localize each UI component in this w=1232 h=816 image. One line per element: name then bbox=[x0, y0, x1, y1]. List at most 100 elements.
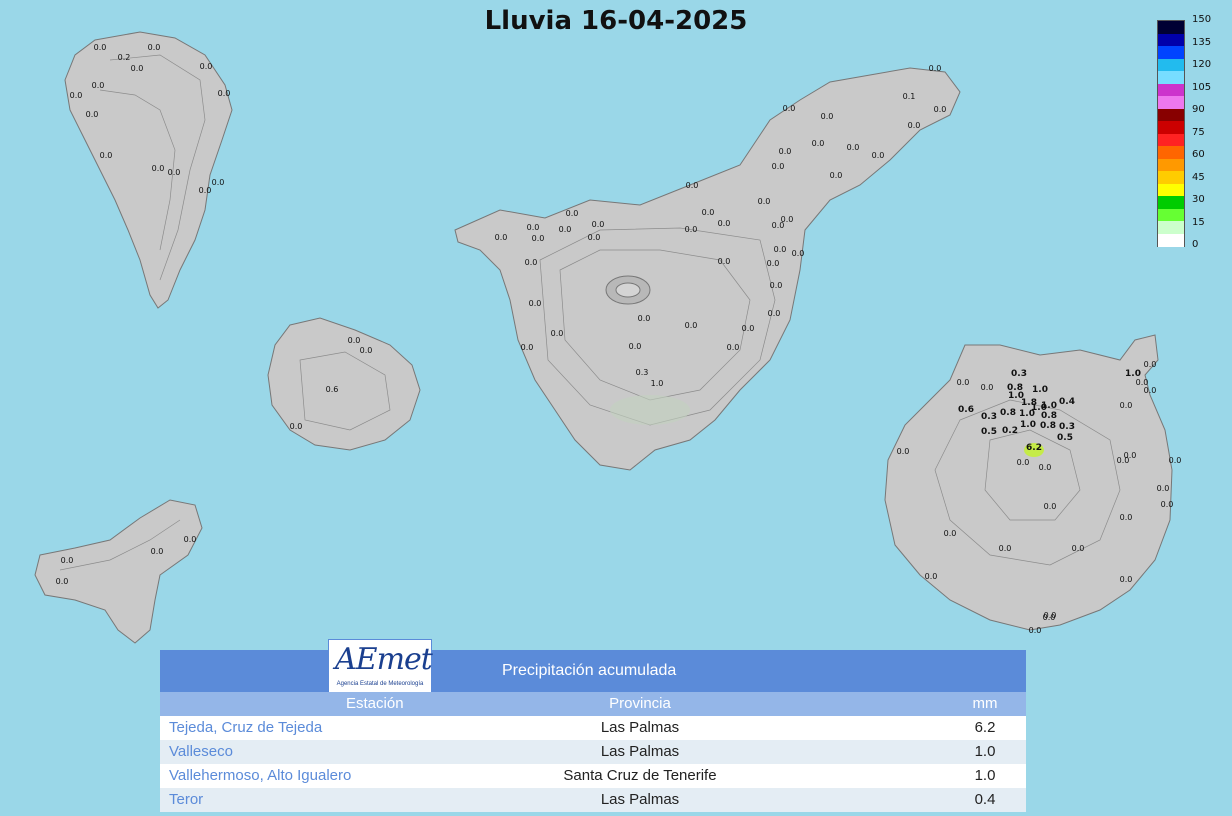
station-value-label: 0.0 bbox=[1161, 500, 1174, 509]
station-value-label: 0.0 bbox=[61, 556, 74, 565]
legend-color-bin bbox=[1158, 183, 1184, 197]
station-link[interactable]: Vallehermoso, Alto Igualero bbox=[169, 767, 351, 784]
station-value-label: 0.0 bbox=[685, 225, 698, 234]
station-value-label: 1.0 bbox=[651, 379, 664, 388]
station-value-label: 0.0 bbox=[768, 309, 781, 318]
station-value-label: 0.0 bbox=[348, 336, 361, 345]
station-value-label: 0.0 bbox=[1120, 513, 1133, 522]
legend-color-bin bbox=[1158, 58, 1184, 72]
column-station: Estación bbox=[346, 695, 404, 712]
station-value-label: 1.8 bbox=[1021, 398, 1037, 408]
legend-tick-label: 150 bbox=[1192, 14, 1212, 25]
station-value-label: 0.0 bbox=[934, 105, 947, 114]
legend-tick-label: 45 bbox=[1192, 171, 1205, 183]
station-value-label: 0.0 bbox=[551, 329, 564, 338]
station-value-label: 0.3 bbox=[636, 368, 649, 377]
station-value-label: 1.0 bbox=[1019, 409, 1035, 419]
province-cell: Las Palmas bbox=[600, 719, 680, 736]
column-mm: mm bbox=[972, 695, 998, 712]
station-value-label: 0.8 bbox=[1040, 421, 1056, 431]
station-value-label: 0.0 bbox=[290, 422, 303, 431]
station-value-label: 0.5 bbox=[981, 427, 997, 437]
station-value-label: 0.0 bbox=[525, 258, 538, 267]
station-link[interactable]: Tejeda, Cruz de Tejeda bbox=[169, 719, 322, 736]
station-value-label: 0.0 bbox=[821, 112, 834, 121]
station-value-label: 0.3 bbox=[1011, 369, 1027, 379]
station-value-label: 0.0 bbox=[566, 209, 579, 218]
station-value-label: 0.0 bbox=[70, 91, 83, 100]
station-value-label: 0.0 bbox=[702, 208, 715, 217]
station-value-label: 1.0 bbox=[1041, 401, 1057, 411]
station-value-label: 0.0 bbox=[847, 143, 860, 152]
station-value-label: 0.0 bbox=[812, 139, 825, 148]
station-value-label: 0.0 bbox=[908, 121, 921, 130]
station-value-label: 0.0 bbox=[56, 577, 69, 586]
station-value-label: 0.0 bbox=[532, 234, 545, 243]
station-value-label: 0.0 bbox=[957, 378, 970, 387]
station-value-label: 0.0 bbox=[929, 64, 942, 73]
station-value-label: 0.8 bbox=[1041, 411, 1057, 421]
mm-cell: 6.2 bbox=[974, 719, 996, 736]
aemet-logo-text: AEmet bbox=[335, 642, 433, 677]
precipitation-legend bbox=[1157, 20, 1185, 247]
legend-color-bin bbox=[1158, 158, 1184, 172]
station-value-label: 0.0 bbox=[1072, 544, 1085, 553]
province-cell: Las Palmas bbox=[600, 791, 680, 808]
table-row: Tejeda, Cruz de Tejeda Las Palmas 6.2 bbox=[160, 716, 1026, 740]
mm-cell: 1.0 bbox=[974, 767, 996, 784]
legend-tick-label: 105 bbox=[1192, 81, 1212, 93]
station-value-label: 0.0 bbox=[686, 181, 699, 190]
station-value-label: 0.0 bbox=[727, 343, 740, 352]
legend-tick-label: 15 bbox=[1192, 216, 1205, 228]
station-value-label: 0.0 bbox=[529, 299, 542, 308]
station-value-label: 0.0 bbox=[592, 220, 605, 229]
mm-cell: 0.4 bbox=[974, 791, 996, 808]
station-value-label: 0.0 bbox=[151, 547, 164, 556]
station-value-label: 0.0 bbox=[218, 89, 231, 98]
station-value-label: 0.0 bbox=[925, 572, 938, 581]
station-value-label: 0.0 bbox=[767, 259, 780, 268]
station-value-label: 0.3 bbox=[1059, 422, 1075, 432]
station-value-label: 0.0 bbox=[685, 321, 698, 330]
station-value-label: 0.0 bbox=[92, 81, 105, 90]
station-value-label: 0.0 bbox=[100, 151, 113, 160]
station-value-label: 0.0 bbox=[1144, 360, 1157, 369]
station-value-label: 0.0 bbox=[783, 104, 796, 113]
legend-color-bin bbox=[1158, 221, 1184, 234]
province-cell: Las Palmas bbox=[600, 743, 680, 760]
legend-color-bin bbox=[1158, 21, 1184, 34]
legend-tick-label: 120 bbox=[1192, 59, 1212, 70]
island-gran-canaria bbox=[884, 334, 1173, 631]
legend-color-bin bbox=[1158, 71, 1184, 84]
station-value-label: 0.0 bbox=[148, 43, 161, 52]
legend-color-bin bbox=[1158, 171, 1184, 184]
station-value-label: 0.3 bbox=[981, 412, 997, 422]
station-value-label: 0.5 bbox=[1057, 433, 1073, 443]
station-link[interactable]: Teror bbox=[169, 791, 203, 808]
legend-color-bin bbox=[1158, 83, 1184, 97]
station-value-label: 0.0 bbox=[718, 257, 731, 266]
station-value-label: 0.0 bbox=[1029, 626, 1042, 635]
station-value-label: 0.0 bbox=[742, 324, 755, 333]
station-value-label: 0.0 bbox=[779, 147, 792, 156]
station-value-label: 0.0 bbox=[1144, 386, 1157, 395]
station-value-label: 0.0 bbox=[758, 197, 771, 206]
station-value-label: 0.0 bbox=[792, 249, 805, 258]
station-link[interactable]: Valleseco bbox=[169, 743, 233, 760]
station-value-label: 0.0 bbox=[1117, 456, 1130, 465]
station-value-label: 0.6 bbox=[958, 405, 974, 415]
legend-tick-label: 0 bbox=[1192, 239, 1199, 250]
legend-color-bin bbox=[1158, 33, 1184, 47]
station-value-label: 0.0 bbox=[1120, 575, 1133, 584]
mm-cell: 1.0 bbox=[974, 743, 996, 760]
aemet-logo: AEmet Agencia Estatal de Meteorología bbox=[328, 639, 433, 693]
station-value-label: 0.0 bbox=[944, 529, 957, 538]
station-value-label: 0.0 bbox=[638, 314, 651, 323]
station-value-label: 0.0 bbox=[1157, 484, 1170, 493]
station-value-label: 0.0 bbox=[1043, 613, 1056, 622]
province-cell: Santa Cruz de Tenerife bbox=[563, 767, 717, 784]
station-value-label: 0.0 bbox=[981, 383, 994, 392]
precipitation-table: AEmet Agencia Estatal de Meteorología Pr… bbox=[160, 639, 1026, 812]
station-value-label: 0.1 bbox=[903, 92, 916, 101]
station-value-label: 0.0 bbox=[184, 535, 197, 544]
